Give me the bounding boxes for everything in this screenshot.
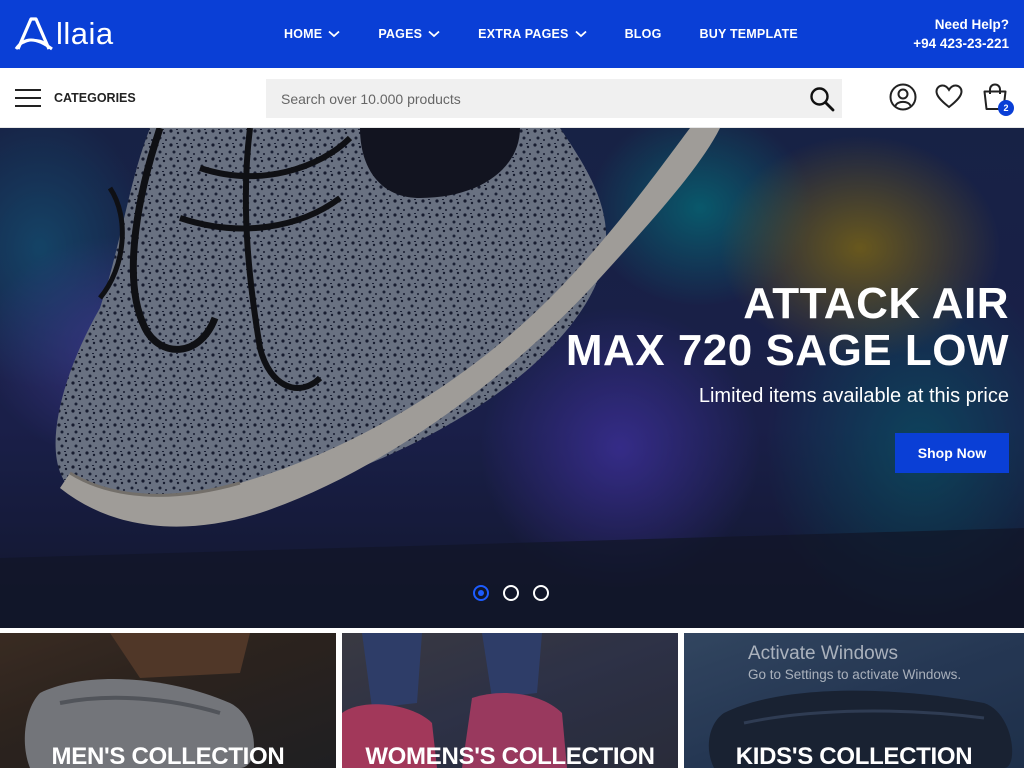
categories-toggle[interactable]: CATEGORIES [15,68,136,128]
hero-title-line-2: MAX 720 SAGE LOW [565,326,1009,375]
collection-card-women[interactable]: WOMENS'S COLLECTION [342,633,678,768]
nav-item-label: HOME [284,27,323,41]
slider-dot-2[interactable] [503,585,519,601]
collection-title: WOMENS'S COLLECTION [365,743,655,768]
nav-item-label: EXTRA PAGES [478,27,569,41]
categories-label: CATEGORIES [54,91,136,105]
slider-pagination [473,585,563,601]
brand-name: llaia [56,16,114,51]
collection-card-men[interactable]: MEN'S COLLECTION [0,633,336,768]
top-header: llaia HOME PAGES EXTRA PAGES BLOG BUY TE… [0,0,1024,68]
nav-item-label: PAGES [378,27,423,41]
search-box [266,79,842,118]
collection-title: MEN'S COLLECTION [51,743,285,768]
heart-icon [935,84,963,109]
help-phone[interactable]: +94 423-23-221 [913,34,1009,53]
search-bar-row: CATEGORIES 2 [0,68,1024,198]
nav-item-home[interactable]: HOME [284,27,340,41]
chevron-down-icon [328,30,340,38]
search-input[interactable] [266,79,796,118]
search-button[interactable] [808,85,836,113]
wishlist-button[interactable] [934,82,966,114]
hero-overlay [0,128,1024,628]
help-contact: Need Help? +94 423-23-221 [913,15,1009,53]
hamburger-menu-icon [15,88,41,108]
shop-now-button[interactable]: Shop Now [895,433,1009,473]
collection-title: KIDS'S COLLECTION [735,743,973,768]
nav-item-label: BLOG [624,27,662,41]
nav-item-extra-pages[interactable]: EXTRA PAGES [478,27,587,41]
chevron-down-icon [574,30,587,38]
header-actions: 2 [874,68,1014,128]
help-title: Need Help? [934,17,1009,32]
search-icon [810,87,835,112]
brand-logo[interactable]: llaia [14,14,114,54]
main-navigation: HOME PAGES EXTRA PAGES BLOG BUY TEMPLATE [284,0,836,68]
cart-count-badge: 2 [998,100,1014,116]
slider-dot-1[interactable] [473,585,489,601]
hero-title: ATTACK AIR MAX 720 SAGE LOW [566,280,1009,374]
slider-dot-3[interactable] [533,585,549,601]
nav-item-label: BUY TEMPLATE [699,27,798,41]
collections-grid: MEN'S COLLECTION WOMENS'S COLLECTION KID… [0,633,1024,768]
nav-item-pages[interactable]: PAGES [378,27,440,41]
hero-subtitle: Limited items available at this price [698,385,1009,407]
collection-card-kids[interactable]: KIDS'S COLLECTION [684,633,1024,768]
hero-slider: ATTACK AIR MAX 720 SAGE LOW Limited item… [0,128,1024,628]
chevron-down-icon [428,30,440,38]
nav-item-blog[interactable]: BLOG [625,27,662,41]
logo-mark-icon [14,17,53,51]
nav-item-buy-template[interactable]: BUY TEMPLATE [700,27,798,41]
user-icon [889,83,917,111]
hero-title-line-1: ATTACK AIR [743,279,1009,328]
account-button[interactable] [888,82,920,114]
cart-button[interactable]: 2 [980,82,1014,116]
